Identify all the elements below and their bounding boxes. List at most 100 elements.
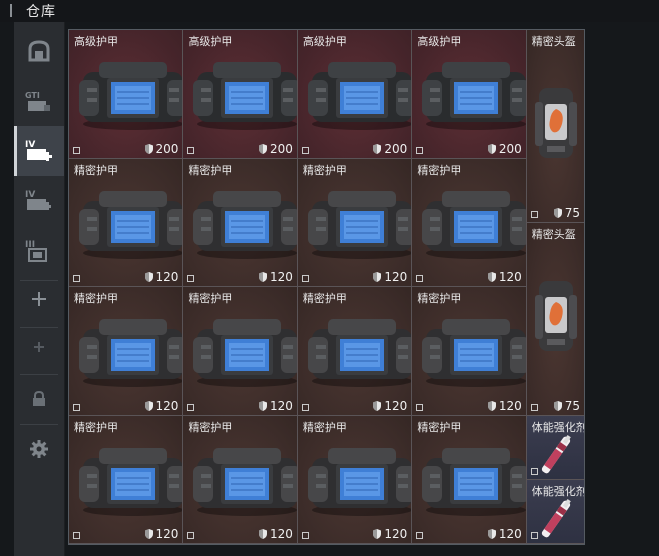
sidebar-item-add-small[interactable] [14,322,64,372]
item-tag-icon [530,403,538,411]
item-tag-icon [416,532,424,539]
durability-shield-icon [373,143,382,154]
stimulant-slot[interactable]: 体能强化剂 [526,479,584,544]
armor-slot[interactable]: 精密护甲 120 [69,158,184,287]
durability-value: 120 [373,527,407,541]
item-tag-icon [416,146,424,154]
armor-image [79,190,183,259]
sidebar-item-gti[interactable]: GTI [14,76,64,126]
armor-slot[interactable]: 精密护甲 120 [183,158,298,287]
item-tag-icon [530,467,538,475]
durability-value: 75 [553,206,580,220]
armor-image [307,62,412,130]
durability-shield-icon [258,529,267,539]
item-name: 精密护甲 [302,163,347,177]
helmet-image [534,280,577,351]
tier-4-label-2: IV [25,190,35,200]
item-tag-icon [73,146,80,154]
tier-4-box-icon: IV [25,190,51,210]
item-name: 精密护甲 [302,420,347,434]
armor-slot[interactable]: 精密护甲 120 [297,415,413,544]
armor-image [422,319,526,387]
durability-value: 120 [144,399,178,413]
armor-slot[interactable]: 精密护甲 120 [297,287,413,416]
armor-slot[interactable]: 精密护甲 120 [412,158,527,287]
gti-label: GTI [25,91,40,100]
durability-shield-icon [373,400,382,411]
armor-slot[interactable]: 高级护甲 200 [297,30,413,159]
armor-slot[interactable]: 精密护甲 120 [69,287,184,416]
durability-value: 120 [258,399,293,413]
armor-image [79,62,183,130]
armor-image [193,62,297,130]
armor-image [79,447,183,516]
stimulant-image [541,434,571,473]
durability-shield-icon [144,400,153,411]
helmet-image [534,88,577,158]
durability-value: 200 [373,142,407,156]
durability-value: 120 [487,399,522,413]
item-tag-icon [301,275,309,282]
durability-number: 120 [155,527,179,541]
armor-image [422,447,526,516]
sidebar-item-tier-4-add[interactable]: IV [14,126,64,176]
armor-slot[interactable]: 高级护甲 200 [412,30,527,159]
armor-image [307,319,412,387]
durability-value: 200 [258,142,293,156]
item-name: 高级护甲 [74,35,118,48]
armor-image [193,319,297,387]
item-tag-icon [301,532,309,539]
helmet-slot[interactable]: 精密头盔 75 [526,30,584,223]
sidebar-item-add[interactable] [14,274,64,324]
armor-slot[interactable]: 精密护甲 120 [69,415,184,544]
item-name: 精密头盔 [531,227,576,241]
armor-slot[interactable]: 精密护甲 120 [412,287,527,416]
armor-slot[interactable]: 精密护甲 120 [412,415,527,544]
durability-shield-icon [487,529,496,539]
window-header: 仓库 [0,0,659,22]
armor-slot[interactable]: 精密护甲 120 [183,287,298,416]
sidebar-item-tier-3[interactable]: III [14,226,64,276]
durability-number: 120 [269,270,293,284]
plus-small-icon [34,342,44,352]
armor-slot[interactable]: 高级护甲 200 [183,30,298,159]
stimulant-slot[interactable]: 体能强化剂 [526,415,584,480]
item-name: 精密护甲 [74,292,118,305]
stimulant-image [541,498,571,538]
sidebar-item-tier-4[interactable]: IV [14,176,64,226]
item-name: 精密护甲 [188,163,233,177]
durability-number: 120 [155,270,179,284]
durability-shield-icon [487,400,496,411]
durability-number: 120 [269,527,293,541]
item-name: 高级护甲 [188,35,233,48]
item-name: 精密护甲 [74,420,118,434]
page-title: 仓库 [26,4,56,20]
sidebar-item-bag[interactable] [14,26,64,76]
sidebar-item-settings[interactable] [14,424,64,474]
helmet-slot[interactable]: 精密头盔 75 [526,222,584,416]
item-name: 精密头盔 [531,35,576,48]
durability-value: 200 [487,142,522,156]
category-sidebar: GTI IV IV III [14,22,65,556]
item-tag-icon [416,403,424,411]
durability-number: 120 [498,270,522,284]
item-tag-icon [530,210,538,218]
armor-slot[interactable]: 高级护甲 200 [69,30,184,159]
armor-slot[interactable]: 精密护甲 120 [297,158,413,287]
armor-image [307,447,412,516]
sidebar-item-lock[interactable] [14,374,64,424]
durability-shield-icon [258,272,267,282]
armor-image [193,190,297,259]
durability-shield-icon [144,529,153,539]
durability-number: 120 [384,270,408,284]
durability-number: 120 [384,398,408,413]
tier-4-label: IV [25,140,35,150]
durability-value: 120 [144,527,179,541]
tier-3-box-icon: III [25,240,47,262]
item-name: 精密护甲 [188,420,233,434]
item-name: 精密护甲 [188,292,233,305]
item-tag-icon [301,403,309,411]
armor-slot[interactable]: 精密护甲 120 [183,415,298,544]
item-tag-icon [530,532,538,539]
item-name: 精密护甲 [417,163,462,177]
